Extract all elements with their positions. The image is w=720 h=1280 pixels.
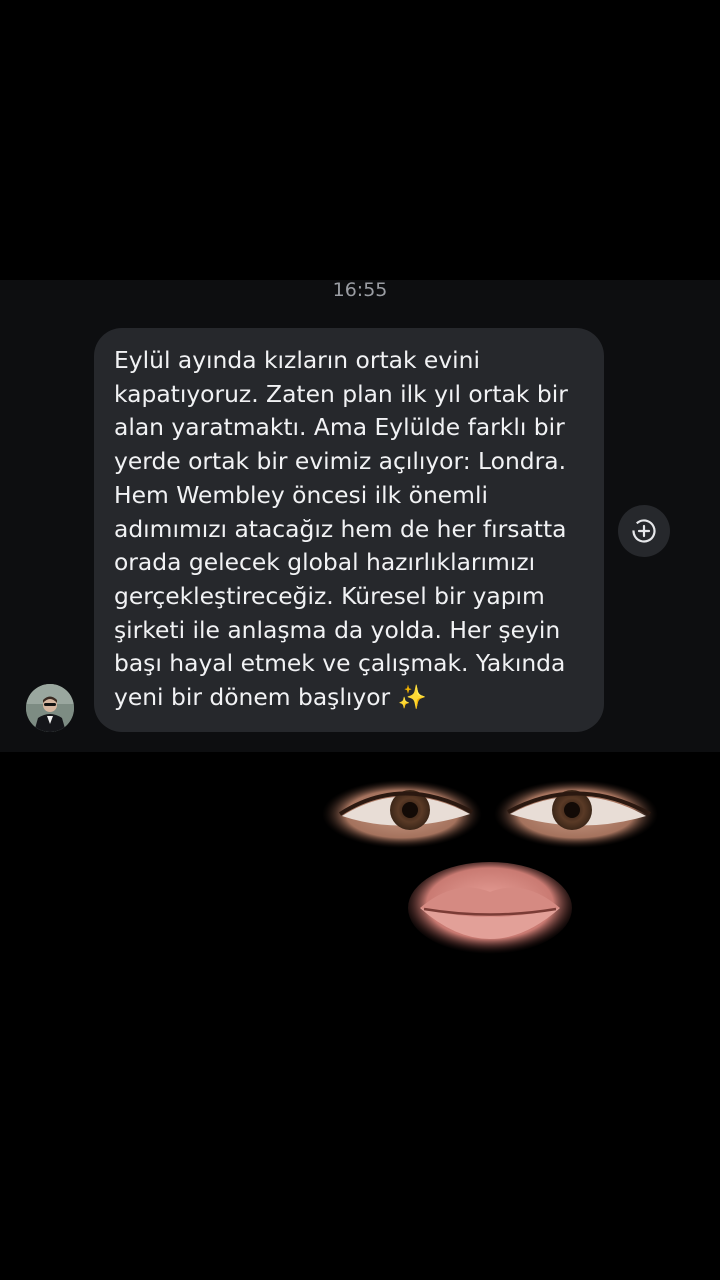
screen: 16:55 Eylül ayında kızların ortak evini … — [0, 0, 720, 1280]
eyes-and-lips-face — [322, 780, 658, 954]
eyes-and-lips-overlay — [320, 770, 670, 970]
message-text: Eylül ayında kızların ortak evini kapatı… — [114, 346, 568, 712]
chat-panel: 16:55 Eylül ayında kızların ortak evini … — [0, 280, 720, 752]
sender-avatar[interactable] — [26, 684, 74, 732]
add-reaction-button[interactable] — [618, 505, 670, 557]
message-bubble[interactable]: Eylül ayında kızların ortak evini kapatı… — [94, 328, 604, 732]
add-reaction-icon — [632, 519, 656, 543]
user-avatar — [26, 684, 74, 732]
message-timestamp: 16:55 — [332, 279, 388, 301]
